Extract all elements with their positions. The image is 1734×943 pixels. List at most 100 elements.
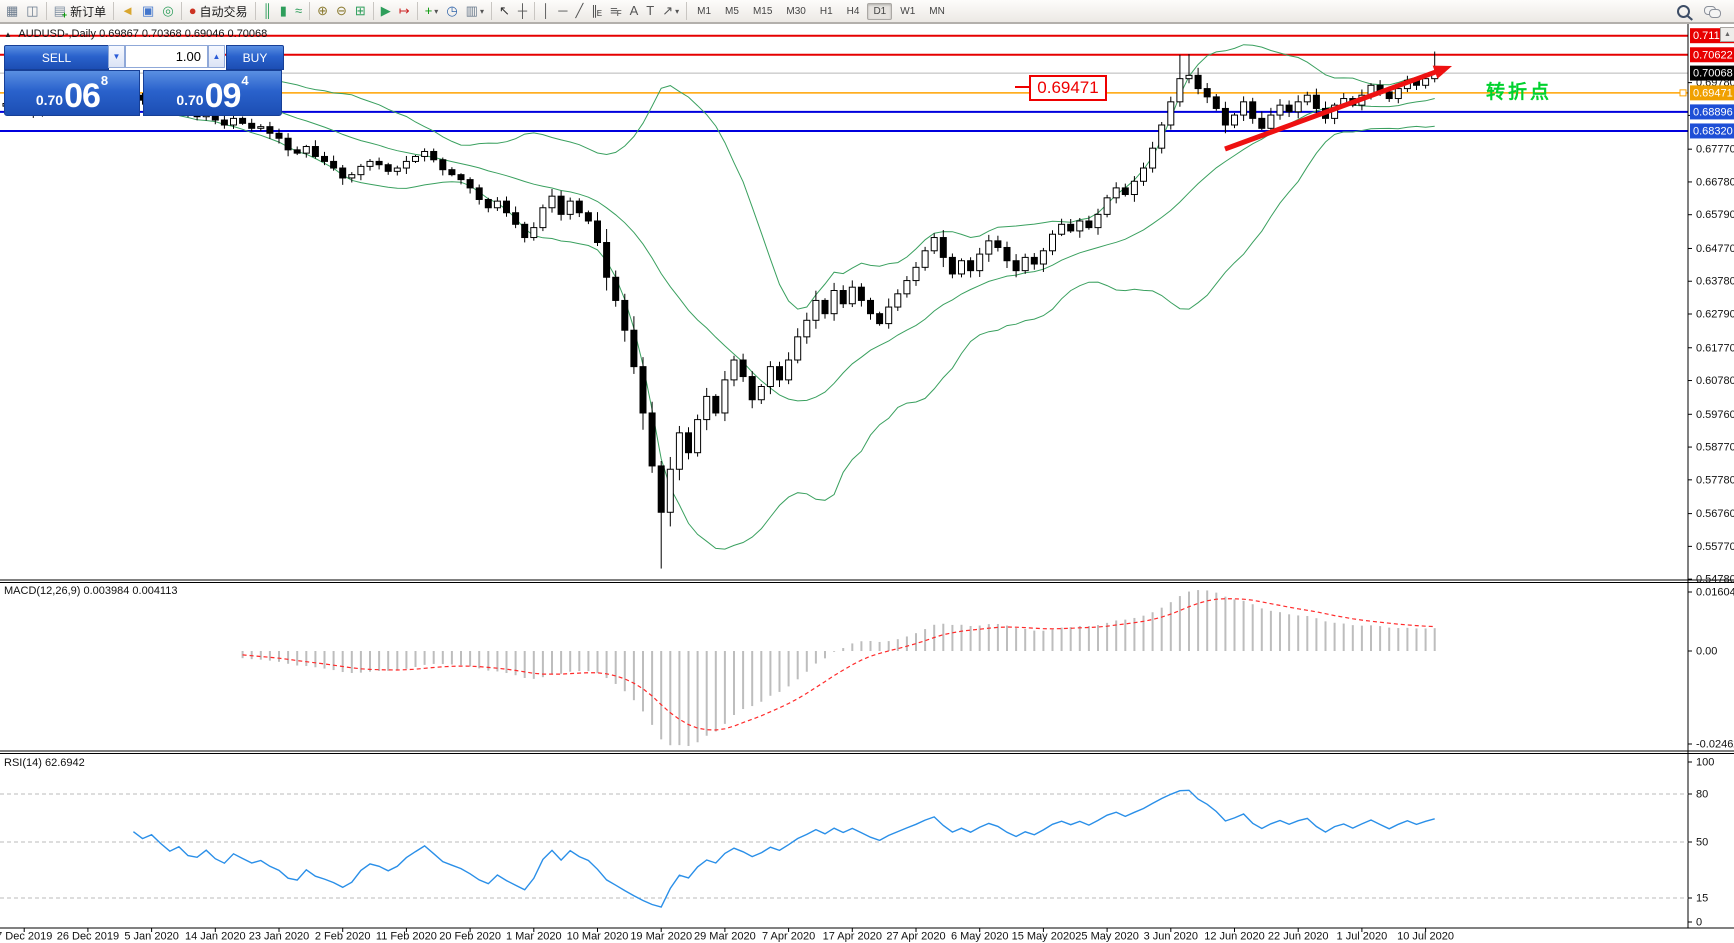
toolbar-separator [309,2,310,20]
dropdown-arrow-icon[interactable]: ▾ [434,7,438,16]
indicators-button[interactable]: +▾ [421,0,443,22]
candle-body [804,320,810,337]
toolbar-separator [491,2,492,20]
tile-windows-button[interactable]: ⊞ [351,0,370,22]
candle-body [1013,261,1019,271]
timeframe-h4-button[interactable]: H4 [841,3,866,20]
data-window-icon[interactable]: ◫ [22,0,42,22]
horizontal-line-button[interactable]: ─ [554,0,571,22]
vertical-line-button[interactable]: │ [538,0,554,22]
timeframe-m15-button[interactable]: M15 [747,3,778,20]
date-tick-label: 7 Dec 2019 [0,931,52,943]
rsi-axis-label: 0 [1696,917,1702,929]
trendline-glyph: ╱ [575,1,583,21]
bar-chart-style-button[interactable]: ║ [259,0,276,22]
timeframe-mn-button[interactable]: MN [923,3,951,20]
new-order-button[interactable]: ▤+新订单 [50,0,111,22]
market-watch-icon[interactable]: ▦ [2,0,22,22]
candle-body [986,241,992,254]
candle-body [1031,257,1037,264]
rsi-indicator-label: RSI(14) 62.6942 [4,757,85,769]
volume-decrease-button[interactable]: ▼ [108,45,125,68]
candle-body [249,123,255,128]
timeframe-d1-button[interactable]: D1 [867,3,892,20]
auto-trading-button[interactable]: ●自动交易 [185,0,252,22]
signal-icon[interactable]: ◎ [158,0,177,22]
text-label-button[interactable]: T [642,0,658,22]
sell-button[interactable]: SELL [4,45,109,70]
candle-body [722,380,728,413]
candle-body [540,208,546,228]
candle-body [1104,198,1110,215]
dropdown-arrow-icon[interactable]: ▾ [675,7,679,16]
sell-price-button[interactable]: 0.70 06 8 [4,70,140,116]
candle-body [312,147,318,157]
chat-icon[interactable] [1704,6,1720,17]
timeframe-m5-button[interactable]: M5 [719,3,745,20]
price-tick-label: 0.62790 [1696,309,1734,321]
candle-body [221,120,227,125]
cursor-button[interactable]: ↖ [495,0,514,22]
text-button[interactable]: A [626,0,643,22]
chart-shift-button[interactable]: ↦ [395,0,414,22]
trendline-button[interactable]: ╱ [571,0,587,22]
scroll-up-button[interactable]: ▲ [1720,27,1734,42]
candle-body [686,433,692,453]
date-tick-label: 26 Dec 2019 [57,931,119,943]
candle-body [713,396,719,413]
volume-increase-button[interactable]: ▲ [208,45,225,68]
alert-trumpet-icon[interactable]: ◄ [117,0,138,22]
candle-body [968,261,974,271]
price-badge-label: 0.70622 [1693,49,1733,61]
zoom-in-button[interactable]: ⊕ [313,0,332,22]
candle-body [1095,214,1101,227]
crosshair-glyph: ┼ [518,1,527,21]
macd-signal-line [243,599,1435,730]
bollinger-upper-band[interactable] [179,45,1435,309]
period-clock-button[interactable]: ◷ [442,0,461,22]
ohlc-values: 0.69867 0.70368 0.69046 0.70068 [99,28,267,40]
candle-body [886,307,892,324]
candle-body [622,300,628,330]
candle-body [1213,97,1219,109]
search-icon[interactable] [1677,5,1690,18]
candle-body [531,228,537,238]
macd-axis-label: 0.00 [1696,646,1717,658]
zoom-out-button[interactable]: ⊖ [332,0,351,22]
price-callout-label[interactable]: 0.69471 [1029,75,1107,101]
buy-button[interactable]: BUY [226,45,284,70]
timeframe-w1-button[interactable]: W1 [894,3,921,20]
sell-price-sup: 8 [101,73,108,88]
date-tick-label: 5 Jan 2020 [124,931,178,943]
sell-price-big: 06 [64,81,100,111]
price-tick-label: 0.64770 [1696,243,1734,255]
candle-body [640,367,646,413]
dropdown-arrow-icon[interactable]: ▾ [480,7,484,16]
channel-button[interactable]: ∥E [587,0,606,22]
fibonacci-button[interactable]: ≡F [606,0,625,22]
price-badge-label: 0.70068 [1693,68,1733,80]
turning-point-annotation[interactable]: 转折点 [1486,77,1552,104]
terminal-icon[interactable]: ▣ [138,0,158,22]
trend-arrow-line[interactable] [1225,69,1443,149]
timeframe-h1-button[interactable]: H1 [814,3,839,20]
indicators-glyph: + [425,1,433,21]
vertical-line-glyph: │ [542,1,550,21]
template-button[interactable]: ▥▾ [462,0,488,22]
timeframe-m1-button[interactable]: M1 [691,3,717,20]
chart-canvas[interactable]: 0.697800.687900.677700.667800.657900.647… [0,0,1734,943]
crosshair-button[interactable]: ┼ [514,0,531,22]
volume-input[interactable]: 1.00 [125,45,208,68]
line-style-button[interactable]: ≈ [291,0,306,22]
candle-body [1268,115,1274,128]
period-clock-glyph: ◷ [446,1,457,21]
candle-body [1159,125,1165,148]
arrows-button[interactable]: ↗▾ [658,0,683,22]
candle-body [1022,257,1028,270]
macd-indicator-label: MACD(12,26,9) 0.003984 0.004113 [4,585,177,597]
buy-price-button[interactable]: 0.70 09 4 [143,70,282,116]
line-handle[interactable] [1680,90,1686,96]
candle-style-button[interactable]: ▮ [276,0,291,22]
auto-scroll-button[interactable]: ▶ [377,0,395,22]
timeframe-m30-button[interactable]: M30 [780,3,811,20]
